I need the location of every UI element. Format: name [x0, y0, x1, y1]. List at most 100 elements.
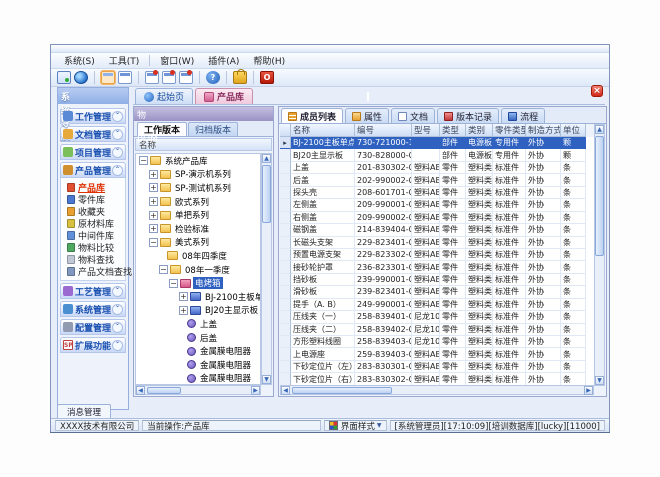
- tree-node[interactable]: −电烤箱: [136, 276, 260, 290]
- scroll-left-icon[interactable]: ◀: [281, 386, 290, 395]
- logout-icon[interactable]: [260, 71, 274, 84]
- window-new-icon[interactable]: [101, 71, 115, 84]
- table-row[interactable]: ▸BJ-2100主板单点730-721000-12X部件电源板专用件外协颗: [280, 137, 594, 149]
- expand-icon[interactable]: +: [179, 292, 188, 301]
- tree-vertical-scrollbar[interactable]: ▲ ▼: [261, 153, 272, 385]
- tree-node[interactable]: 后盖: [136, 331, 260, 345]
- chevron-down-icon[interactable]: ˇ: [112, 340, 123, 351]
- expand-icon[interactable]: +: [149, 170, 158, 179]
- sidebar-section-config[interactable]: 配置管理ˇ: [60, 319, 126, 335]
- column-header[interactable]: 制造方式: [526, 124, 561, 137]
- scroll-down-icon[interactable]: ▼: [595, 376, 604, 385]
- collapse-icon[interactable]: −: [139, 156, 148, 165]
- menu-item-plugin[interactable]: 插件(A): [201, 53, 246, 68]
- scrollbar-thumb[interactable]: [595, 136, 604, 256]
- column-header[interactable]: 类别: [466, 124, 493, 137]
- table-row[interactable]: 长磁头支架229-823401-00X塑料ABS零件塑料类标准件外协条: [280, 237, 594, 249]
- table-row[interactable]: 滑砂板239-823401-00X塑料ABS零件塑料类标准件外协条: [280, 286, 594, 298]
- scroll-down-icon[interactable]: ▼: [262, 375, 271, 384]
- table-row[interactable]: 方形塑料线圈258-839403-00X尼龙1010零件塑料类标准件外协条: [280, 336, 594, 348]
- chevron-down-icon[interactable]: ˇ: [112, 286, 123, 297]
- column-header[interactable]: 类型: [440, 124, 466, 137]
- member-tab[interactable]: 成员列表: [281, 108, 343, 123]
- menu-item-window[interactable]: 窗口(W): [153, 53, 201, 68]
- table-row[interactable]: 右侧盖209-990002-01X塑料ABS零件塑料类标准件外协条: [280, 212, 594, 224]
- table-row[interactable]: 压线夹（一）258-839401-00X尼龙1010零件塑料类标准件外协条: [280, 311, 594, 323]
- table-row[interactable]: 压线夹（二）258-839402-00X尼龙1010零件塑料类标准件外协条: [280, 324, 594, 336]
- tree-node[interactable]: +欧式系列: [136, 195, 260, 209]
- chevron-down-icon[interactable]: ˇ: [112, 129, 123, 140]
- sidebar-item[interactable]: 零件库: [67, 193, 125, 205]
- tree-node[interactable]: +BJ-2100主板单点: [136, 290, 260, 304]
- sidebar-section-product[interactable]: 产品管理ˆ: [60, 162, 126, 178]
- tree-horizontal-scrollbar[interactable]: ◀ ▶: [135, 385, 261, 395]
- column-header[interactable]: 编号: [355, 124, 412, 137]
- chevron-down-icon[interactable]: ˇ: [112, 304, 123, 315]
- sidebar-section-project[interactable]: 项目管理ˇ: [60, 144, 126, 160]
- column-header[interactable]: 单位: [561, 124, 586, 137]
- table-row[interactable]: 挡砂板239-990001-01X塑料ABS零件塑料类标准件外协条: [280, 274, 594, 286]
- table-row[interactable]: 探头壳208-601701-01X塑料ABS零件塑料类标准件外协条: [280, 187, 594, 199]
- system-monitor-icon[interactable]: [57, 71, 71, 84]
- window-export-icon[interactable]: [179, 71, 193, 84]
- expand-icon[interactable]: +: [179, 306, 188, 315]
- bom-version-tab[interactable]: 归档版本: [188, 122, 238, 136]
- table-row[interactable]: 下砂定位片（左）283-830301-00X塑料ABS零件塑料类标准件外协条: [280, 361, 594, 373]
- tree-node[interactable]: +单把系列: [136, 208, 260, 222]
- scroll-left-icon[interactable]: ◀: [136, 386, 145, 395]
- close-tab-button[interactable]: ×: [591, 85, 603, 97]
- window-titlebar[interactable]: [51, 45, 609, 53]
- globe-icon[interactable]: [74, 71, 88, 84]
- tree-node[interactable]: −美式系列: [136, 236, 260, 250]
- tree-node[interactable]: +SP-测试机系列: [136, 181, 260, 195]
- menu-item-tools[interactable]: 工具(T): [102, 53, 147, 68]
- collapse-icon[interactable]: −: [149, 238, 158, 247]
- table-vertical-scrollbar[interactable]: ▲ ▼: [594, 124, 605, 386]
- table-row[interactable]: 提手（A. B）249-990001-01X塑料ABS零件塑料类标准件外协条: [280, 299, 594, 311]
- table-row[interactable]: 左侧盖209-990001-01X塑料ABS零件塑料类标准件外协条: [280, 199, 594, 211]
- table-row[interactable]: 接砂轮护罩236-823301-00X塑料ABS零件塑料类标准件外协条: [280, 261, 594, 273]
- window-import-icon[interactable]: [162, 71, 176, 84]
- message-management-tab[interactable]: 消息管理: [57, 404, 111, 418]
- tree-node[interactable]: +检验标准: [136, 222, 260, 236]
- member-tab[interactable]: 流程: [501, 108, 545, 123]
- chevron-down-icon[interactable]: ˇ: [112, 147, 123, 158]
- tree-node[interactable]: 金属膜电阻器: [136, 358, 260, 372]
- sidebar-item[interactable]: 产品文档查找: [67, 265, 125, 277]
- window-close-doc-icon[interactable]: [145, 71, 159, 84]
- sidebar-section-craft[interactable]: 工艺管理ˇ: [60, 283, 126, 299]
- column-header[interactable]: 型号: [412, 124, 440, 137]
- ui-style-picker[interactable]: 界面样式 ▼: [324, 420, 387, 431]
- scroll-right-icon[interactable]: ▶: [584, 386, 593, 395]
- sidebar-section-system[interactable]: 系统管理ˇ: [60, 301, 126, 317]
- window-layout-icon[interactable]: [118, 71, 132, 84]
- collapse-icon[interactable]: −: [169, 279, 178, 288]
- scroll-up-icon[interactable]: ▲: [262, 154, 271, 163]
- expand-icon[interactable]: +: [149, 197, 158, 206]
- tree-column-header[interactable]: 名称: [135, 138, 272, 151]
- sidebar-item[interactable]: 产品库: [67, 181, 125, 193]
- tree-node[interactable]: +SP-演示机系列: [136, 168, 260, 182]
- table-row[interactable]: 预置电源支架229-823302-00X塑料ABS零件塑料类标准件外协条: [280, 249, 594, 261]
- tree-node[interactable]: 金属膜电阻器: [136, 344, 260, 358]
- menu-item-help[interactable]: 帮助(H): [246, 53, 292, 68]
- tree-node[interactable]: +BJ20主显示板: [136, 304, 260, 318]
- table-row[interactable]: 后盖202-990002-01X塑料ABS零件塑料类标准件外协条: [280, 174, 594, 186]
- table-horizontal-scrollbar[interactable]: ◀ ▶: [280, 385, 594, 395]
- table-row[interactable]: BJ20主显示板730-828000-04X部件电源板专用件外协颗: [280, 149, 594, 161]
- chevron-down-icon[interactable]: ˇ: [112, 111, 123, 122]
- scrollbar-thumb[interactable]: [262, 165, 271, 223]
- chevron-down-icon[interactable]: ˇ: [112, 322, 123, 333]
- column-header[interactable]: 名称: [291, 124, 355, 137]
- tree-node[interactable]: 金属膜电阻器: [136, 372, 260, 386]
- expand-icon[interactable]: +: [149, 211, 158, 220]
- bom-version-tab[interactable]: 工作版本: [137, 122, 187, 136]
- sidebar-item[interactable]: 物料查找: [67, 253, 125, 265]
- member-tab[interactable]: 属性: [345, 108, 389, 123]
- member-tab[interactable]: 版本记录: [437, 108, 499, 123]
- expand-icon[interactable]: +: [149, 224, 158, 233]
- table-row[interactable]: 上电源座259-839403-00X塑料ABS零件塑料类标准件外协条: [280, 348, 594, 360]
- tree-node[interactable]: −系统产品库: [136, 154, 260, 168]
- help-icon[interactable]: [206, 71, 220, 84]
- tree-node[interactable]: 08年四季度: [136, 249, 260, 263]
